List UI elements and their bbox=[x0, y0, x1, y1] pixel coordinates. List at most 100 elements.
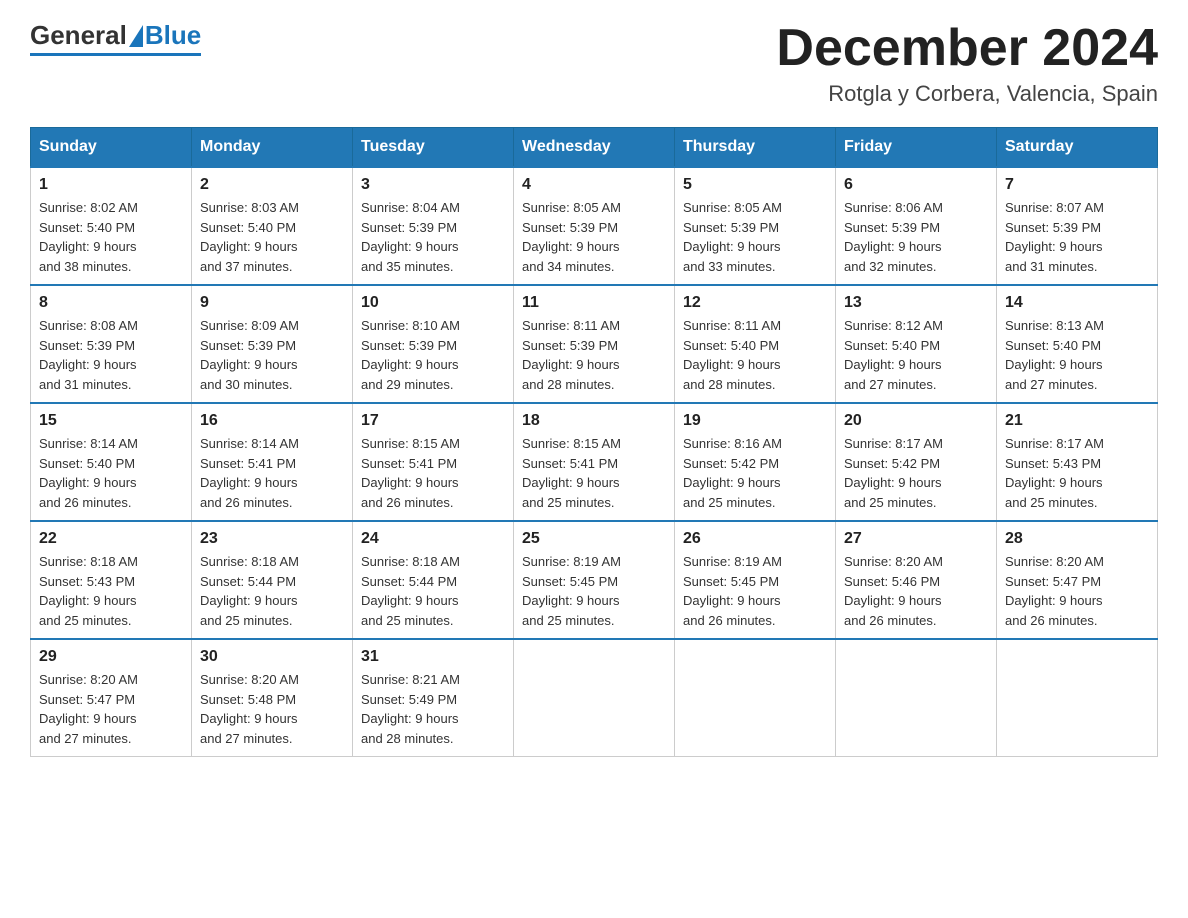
calendar-week-row: 1 Sunrise: 8:02 AMSunset: 5:40 PMDayligh… bbox=[31, 167, 1158, 285]
calendar-cell: 31 Sunrise: 8:21 AMSunset: 5:49 PMDaylig… bbox=[353, 639, 514, 757]
day-number: 17 bbox=[361, 412, 505, 430]
day-info: Sunrise: 8:21 AMSunset: 5:49 PMDaylight:… bbox=[361, 670, 505, 748]
day-number: 10 bbox=[361, 294, 505, 312]
day-info: Sunrise: 8:18 AMSunset: 5:44 PMDaylight:… bbox=[361, 552, 505, 630]
day-number: 20 bbox=[844, 412, 988, 430]
day-info: Sunrise: 8:20 AMSunset: 5:47 PMDaylight:… bbox=[1005, 552, 1149, 630]
day-info: Sunrise: 8:08 AMSunset: 5:39 PMDaylight:… bbox=[39, 316, 183, 394]
day-number: 1 bbox=[39, 176, 183, 194]
day-number: 24 bbox=[361, 530, 505, 548]
day-info: Sunrise: 8:14 AMSunset: 5:41 PMDaylight:… bbox=[200, 434, 344, 512]
day-info: Sunrise: 8:04 AMSunset: 5:39 PMDaylight:… bbox=[361, 198, 505, 276]
calendar-cell: 17 Sunrise: 8:15 AMSunset: 5:41 PMDaylig… bbox=[353, 403, 514, 521]
calendar-week-row: 8 Sunrise: 8:08 AMSunset: 5:39 PMDayligh… bbox=[31, 285, 1158, 403]
calendar-cell: 2 Sunrise: 8:03 AMSunset: 5:40 PMDayligh… bbox=[192, 167, 353, 285]
col-header-saturday: Saturday bbox=[997, 128, 1158, 168]
day-number: 30 bbox=[200, 648, 344, 666]
calendar-cell: 18 Sunrise: 8:15 AMSunset: 5:41 PMDaylig… bbox=[514, 403, 675, 521]
day-number: 26 bbox=[683, 530, 827, 548]
calendar-cell: 15 Sunrise: 8:14 AMSunset: 5:40 PMDaylig… bbox=[31, 403, 192, 521]
day-number: 6 bbox=[844, 176, 988, 194]
day-number: 18 bbox=[522, 412, 666, 430]
col-header-thursday: Thursday bbox=[675, 128, 836, 168]
calendar-week-row: 29 Sunrise: 8:20 AMSunset: 5:47 PMDaylig… bbox=[31, 639, 1158, 757]
day-info: Sunrise: 8:06 AMSunset: 5:39 PMDaylight:… bbox=[844, 198, 988, 276]
day-info: Sunrise: 8:16 AMSunset: 5:42 PMDaylight:… bbox=[683, 434, 827, 512]
calendar-cell: 10 Sunrise: 8:10 AMSunset: 5:39 PMDaylig… bbox=[353, 285, 514, 403]
calendar-cell: 30 Sunrise: 8:20 AMSunset: 5:48 PMDaylig… bbox=[192, 639, 353, 757]
calendar-cell: 12 Sunrise: 8:11 AMSunset: 5:40 PMDaylig… bbox=[675, 285, 836, 403]
day-info: Sunrise: 8:05 AMSunset: 5:39 PMDaylight:… bbox=[522, 198, 666, 276]
day-info: Sunrise: 8:14 AMSunset: 5:40 PMDaylight:… bbox=[39, 434, 183, 512]
day-number: 4 bbox=[522, 176, 666, 194]
day-number: 11 bbox=[522, 294, 666, 312]
day-info: Sunrise: 8:05 AMSunset: 5:39 PMDaylight:… bbox=[683, 198, 827, 276]
title-block: December 2024 Rotgla y Corbera, Valencia… bbox=[776, 20, 1158, 107]
calendar-table: SundayMondayTuesdayWednesdayThursdayFrid… bbox=[30, 127, 1158, 757]
logo: General Blue bbox=[30, 20, 201, 56]
calendar-week-row: 15 Sunrise: 8:14 AMSunset: 5:40 PMDaylig… bbox=[31, 403, 1158, 521]
day-number: 31 bbox=[361, 648, 505, 666]
day-number: 5 bbox=[683, 176, 827, 194]
calendar-cell: 16 Sunrise: 8:14 AMSunset: 5:41 PMDaylig… bbox=[192, 403, 353, 521]
day-info: Sunrise: 8:20 AMSunset: 5:46 PMDaylight:… bbox=[844, 552, 988, 630]
col-header-monday: Monday bbox=[192, 128, 353, 168]
calendar-cell: 7 Sunrise: 8:07 AMSunset: 5:39 PMDayligh… bbox=[997, 167, 1158, 285]
day-info: Sunrise: 8:10 AMSunset: 5:39 PMDaylight:… bbox=[361, 316, 505, 394]
day-info: Sunrise: 8:11 AMSunset: 5:40 PMDaylight:… bbox=[683, 316, 827, 394]
calendar-cell: 26 Sunrise: 8:19 AMSunset: 5:45 PMDaylig… bbox=[675, 521, 836, 639]
day-number: 2 bbox=[200, 176, 344, 194]
day-info: Sunrise: 8:11 AMSunset: 5:39 PMDaylight:… bbox=[522, 316, 666, 394]
day-number: 21 bbox=[1005, 412, 1149, 430]
logo-general-text: General bbox=[30, 20, 127, 51]
logo-underline bbox=[30, 53, 201, 56]
calendar-cell: 4 Sunrise: 8:05 AMSunset: 5:39 PMDayligh… bbox=[514, 167, 675, 285]
day-info: Sunrise: 8:19 AMSunset: 5:45 PMDaylight:… bbox=[522, 552, 666, 630]
calendar-cell: 24 Sunrise: 8:18 AMSunset: 5:44 PMDaylig… bbox=[353, 521, 514, 639]
day-number: 8 bbox=[39, 294, 183, 312]
day-info: Sunrise: 8:12 AMSunset: 5:40 PMDaylight:… bbox=[844, 316, 988, 394]
day-info: Sunrise: 8:03 AMSunset: 5:40 PMDaylight:… bbox=[200, 198, 344, 276]
calendar-cell: 25 Sunrise: 8:19 AMSunset: 5:45 PMDaylig… bbox=[514, 521, 675, 639]
day-number: 22 bbox=[39, 530, 183, 548]
calendar-cell: 5 Sunrise: 8:05 AMSunset: 5:39 PMDayligh… bbox=[675, 167, 836, 285]
calendar-cell bbox=[997, 639, 1158, 757]
day-info: Sunrise: 8:20 AMSunset: 5:47 PMDaylight:… bbox=[39, 670, 183, 748]
day-info: Sunrise: 8:18 AMSunset: 5:43 PMDaylight:… bbox=[39, 552, 183, 630]
day-info: Sunrise: 8:09 AMSunset: 5:39 PMDaylight:… bbox=[200, 316, 344, 394]
calendar-cell: 13 Sunrise: 8:12 AMSunset: 5:40 PMDaylig… bbox=[836, 285, 997, 403]
day-info: Sunrise: 8:13 AMSunset: 5:40 PMDaylight:… bbox=[1005, 316, 1149, 394]
calendar-cell bbox=[514, 639, 675, 757]
calendar-cell: 1 Sunrise: 8:02 AMSunset: 5:40 PMDayligh… bbox=[31, 167, 192, 285]
calendar-cell: 27 Sunrise: 8:20 AMSunset: 5:46 PMDaylig… bbox=[836, 521, 997, 639]
col-header-friday: Friday bbox=[836, 128, 997, 168]
day-number: 29 bbox=[39, 648, 183, 666]
col-header-tuesday: Tuesday bbox=[353, 128, 514, 168]
calendar-cell: 21 Sunrise: 8:17 AMSunset: 5:43 PMDaylig… bbox=[997, 403, 1158, 521]
day-number: 14 bbox=[1005, 294, 1149, 312]
calendar-header-row: SundayMondayTuesdayWednesdayThursdayFrid… bbox=[31, 128, 1158, 168]
day-number: 13 bbox=[844, 294, 988, 312]
day-number: 28 bbox=[1005, 530, 1149, 548]
day-info: Sunrise: 8:18 AMSunset: 5:44 PMDaylight:… bbox=[200, 552, 344, 630]
logo-blue-text: Blue bbox=[145, 20, 201, 51]
calendar-cell: 14 Sunrise: 8:13 AMSunset: 5:40 PMDaylig… bbox=[997, 285, 1158, 403]
day-info: Sunrise: 8:17 AMSunset: 5:43 PMDaylight:… bbox=[1005, 434, 1149, 512]
day-info: Sunrise: 8:07 AMSunset: 5:39 PMDaylight:… bbox=[1005, 198, 1149, 276]
calendar-cell: 6 Sunrise: 8:06 AMSunset: 5:39 PMDayligh… bbox=[836, 167, 997, 285]
calendar-cell: 8 Sunrise: 8:08 AMSunset: 5:39 PMDayligh… bbox=[31, 285, 192, 403]
calendar-cell: 22 Sunrise: 8:18 AMSunset: 5:43 PMDaylig… bbox=[31, 521, 192, 639]
calendar-cell: 29 Sunrise: 8:20 AMSunset: 5:47 PMDaylig… bbox=[31, 639, 192, 757]
calendar-cell: 3 Sunrise: 8:04 AMSunset: 5:39 PMDayligh… bbox=[353, 167, 514, 285]
calendar-cell: 20 Sunrise: 8:17 AMSunset: 5:42 PMDaylig… bbox=[836, 403, 997, 521]
day-info: Sunrise: 8:17 AMSunset: 5:42 PMDaylight:… bbox=[844, 434, 988, 512]
day-number: 25 bbox=[522, 530, 666, 548]
calendar-cell: 28 Sunrise: 8:20 AMSunset: 5:47 PMDaylig… bbox=[997, 521, 1158, 639]
calendar-cell: 19 Sunrise: 8:16 AMSunset: 5:42 PMDaylig… bbox=[675, 403, 836, 521]
day-number: 9 bbox=[200, 294, 344, 312]
calendar-cell: 23 Sunrise: 8:18 AMSunset: 5:44 PMDaylig… bbox=[192, 521, 353, 639]
col-header-wednesday: Wednesday bbox=[514, 128, 675, 168]
day-number: 19 bbox=[683, 412, 827, 430]
day-number: 12 bbox=[683, 294, 827, 312]
day-info: Sunrise: 8:02 AMSunset: 5:40 PMDaylight:… bbox=[39, 198, 183, 276]
